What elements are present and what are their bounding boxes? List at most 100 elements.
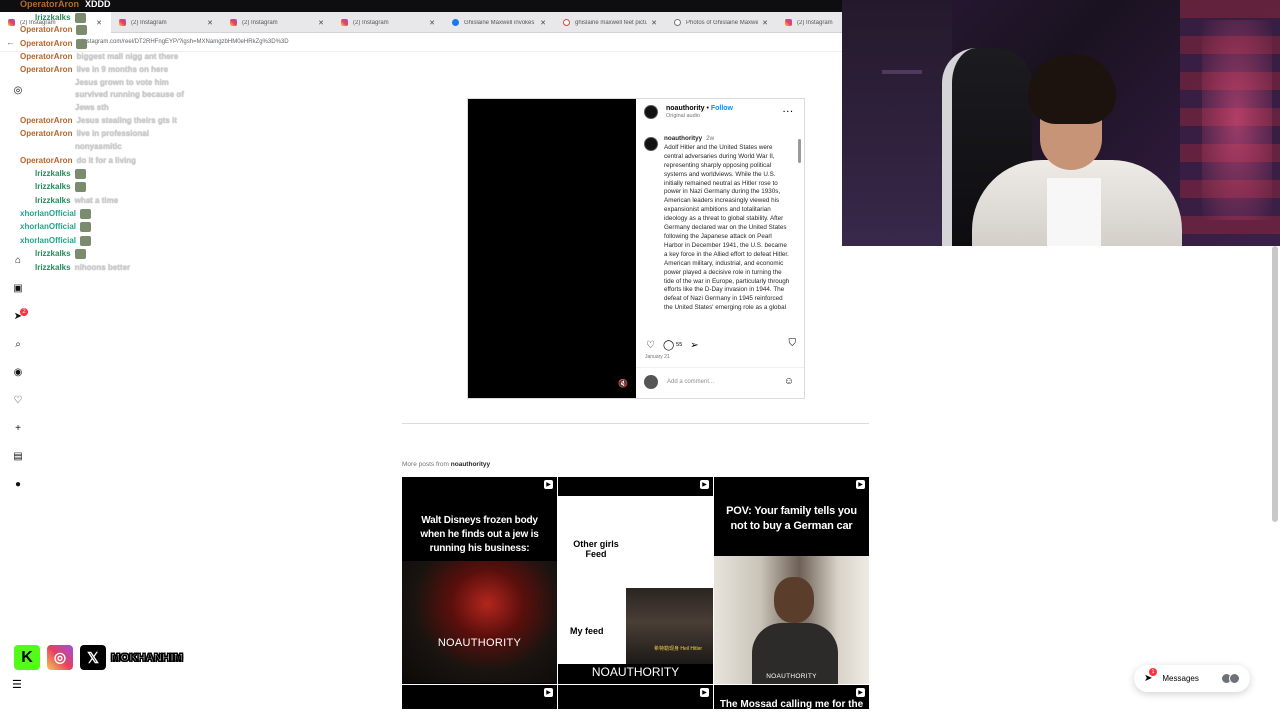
heart-icon[interactable]: ♡ xyxy=(646,340,655,351)
reel-post: 🔇 noauthority • Follow Original audio ··… xyxy=(467,98,805,399)
grid-post[interactable]: ▶ Walt Disneys frozen body when he finds… xyxy=(402,477,557,684)
tab-title: (2) Instagram xyxy=(353,19,389,26)
chat-username: xhorlanOfficial xyxy=(20,236,77,245)
emoji-icon[interactable]: ☺ xyxy=(784,376,794,387)
close-icon[interactable]: ✕ xyxy=(762,19,768,27)
instagram-logo-icon: ◎ xyxy=(47,645,73,670)
tab-title: Ghislaine Maxwell invokes 5... xyxy=(464,19,536,26)
tab-title: Photos of Ghislaine Maxwell xyxy=(686,19,759,26)
watermark: NOAUTHORITY xyxy=(766,673,817,680)
heart-icon[interactable]: ♡ xyxy=(12,394,24,406)
browser-tab[interactable]: Ghislaine Maxwell invokes 5... ✕ xyxy=(444,12,555,33)
grid-post[interactable]: ▶ The Mossad calling me for the xyxy=(714,685,869,709)
search-icon[interactable]: ⌕ xyxy=(12,338,24,350)
avatar[interactable] xyxy=(644,137,658,151)
emote-icon xyxy=(74,168,86,179)
emote-icon xyxy=(76,38,88,49)
chat-message-text: biggest mall nigg ant there xyxy=(76,52,179,61)
browser-tab[interactable]: (2) Instagram ✕ xyxy=(333,12,444,33)
watermark: NOAUTHORITY xyxy=(437,637,522,649)
follow-button[interactable]: Follow xyxy=(711,105,733,112)
post-username[interactable]: noauthority xyxy=(666,105,705,112)
emote-icon xyxy=(76,24,88,35)
instagram-icon xyxy=(785,19,792,26)
globe-icon xyxy=(674,19,681,26)
bookmark-icon[interactable]: ⛉ xyxy=(789,338,797,349)
chat-line: Irizzkalks xyxy=(35,247,86,260)
browser-tab[interactable]: ghislaine maxwell feet pictur... ✕ xyxy=(555,12,666,33)
chat-message-text: live in professional xyxy=(76,129,149,138)
streamer-socials: K ◎ 𝕏 MOKHANHIM xyxy=(14,645,184,670)
messages-label: Messages xyxy=(1162,674,1199,683)
chat-line: OperatorAron xyxy=(20,23,88,36)
caption-scrollbar[interactable] xyxy=(798,131,802,331)
chat-username: OperatorAron xyxy=(20,156,73,165)
explore-icon[interactable]: ◉ xyxy=(12,366,24,378)
grid-post[interactable]: ▶ Other girls Feed 希特勒现身 Heil Hitler My … xyxy=(558,477,713,684)
notification-badge: 2 xyxy=(20,308,28,316)
x-logo-icon: 𝕏 xyxy=(80,645,106,670)
create-icon[interactable]: + xyxy=(12,422,24,434)
stream-overlay-strip: OperatorAron XDDD xyxy=(0,0,842,12)
page-scrollbar[interactable] xyxy=(1272,246,1278,522)
home-icon[interactable]: ⌂ xyxy=(12,254,24,266)
post-caption: noauthorityy 2w Adolf Hitler and the Unit… xyxy=(664,135,792,330)
close-icon[interactable]: ✕ xyxy=(207,19,213,27)
mute-icon[interactable]: 🔇 xyxy=(618,379,628,388)
grid-post[interactable]: ▶ POV: Your family tells you not to buy … xyxy=(714,477,869,684)
browser-tab[interactable]: (2) Instagram ✕ xyxy=(222,12,333,33)
comment-icon[interactable]: ◯ xyxy=(663,340,674,351)
chat-username: OperatorAron xyxy=(20,129,73,138)
caption-username[interactable]: noauthorityy xyxy=(664,135,702,142)
browser-tab[interactable]: Photos of Ghislaine Maxwell ✕ xyxy=(666,12,777,33)
url-field[interactable]: instagram.com/reel/DT2RHFngEYP/?igsh=MXN… xyxy=(82,39,289,45)
browser-tab[interactable]: (2) Instagram xyxy=(777,12,842,33)
messenger-icon: ➤ 1 xyxy=(1144,668,1157,684)
share-icon[interactable]: ➢ xyxy=(690,340,698,351)
more-posts-username[interactable]: noauthorityy xyxy=(451,461,490,468)
more-options-icon[interactable]: ··· xyxy=(783,107,794,116)
emote-icon xyxy=(80,221,92,232)
reel-icon: ▶ xyxy=(700,480,709,489)
chat-line: OperatorAron xyxy=(20,37,88,50)
close-icon[interactable]: ✕ xyxy=(96,19,102,27)
grid-post[interactable]: ▶ xyxy=(558,685,713,709)
grid-post[interactable]: ▶ xyxy=(402,685,557,709)
caption-age: 2w xyxy=(706,135,715,142)
chat-message-text: survived running because of xyxy=(75,90,184,99)
google-icon xyxy=(563,19,570,26)
chat-message-text: do it for a living xyxy=(76,156,137,165)
dashboard-icon[interactable]: ▤ xyxy=(12,450,24,462)
chat-username: OperatorAron xyxy=(20,52,73,61)
messages-button[interactable]: ➤ 1 Messages xyxy=(1134,665,1250,692)
back-arrow-icon[interactable]: ← xyxy=(6,37,15,47)
avatar-stack xyxy=(1221,673,1240,684)
post-overlay-text: Walt Disneys frozen body when he finds o… xyxy=(420,515,539,554)
post-overlay-text: POV: Your family tells you not to buy a … xyxy=(726,505,857,532)
browser-tab[interactable]: (2) Instagram ✕ xyxy=(111,12,222,33)
audio-label[interactable]: Original audio xyxy=(666,113,733,119)
comment-count: 55 xyxy=(676,342,683,348)
instagram-icon xyxy=(341,19,348,26)
close-icon[interactable]: ✕ xyxy=(651,19,657,27)
chat-username: Irizzkalks xyxy=(35,263,71,272)
reel-video[interactable] xyxy=(468,99,636,398)
profile-avatar-icon[interactable]: ● xyxy=(12,478,24,490)
avatar[interactable] xyxy=(644,105,658,119)
close-icon[interactable]: ✕ xyxy=(540,19,546,27)
menu-icon[interactable]: ☰ xyxy=(12,678,22,691)
reels-icon[interactable]: ▣ xyxy=(12,282,24,294)
comment-input[interactable]: Add a comment... xyxy=(667,379,714,385)
chat-line: Irizzkalks what a time xyxy=(35,194,118,207)
close-icon[interactable]: ✕ xyxy=(429,19,435,27)
chat-username: Irizzkalks xyxy=(35,13,71,22)
social-handle: MOKHANHIM xyxy=(110,651,184,664)
chat-username: OperatorAron xyxy=(20,65,73,74)
post-date: January 21 xyxy=(645,354,670,360)
instagram-logo-icon[interactable]: ◎ xyxy=(12,84,24,96)
close-icon[interactable]: ✕ xyxy=(318,19,324,27)
emote-icon xyxy=(80,208,92,219)
reel-icon: ▶ xyxy=(544,480,553,489)
chat-message-text: live in 9 months on here xyxy=(76,65,169,74)
chat-line: xhorlanOfficial xyxy=(20,220,92,233)
